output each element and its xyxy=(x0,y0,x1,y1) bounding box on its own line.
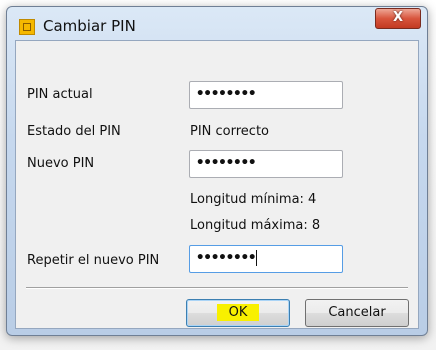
close-icon: X xyxy=(392,10,404,25)
text-caret xyxy=(256,250,258,266)
current-pin-label: PIN actual xyxy=(27,87,93,102)
ok-button-label: OK xyxy=(216,304,260,321)
cancel-button[interactable]: Cancelar xyxy=(305,299,409,327)
repeat-pin-label: Repetir el nuevo PIN xyxy=(27,253,160,268)
repeat-pin-field[interactable]: •••••••• xyxy=(189,245,343,273)
new-pin-field[interactable]: •••••••• xyxy=(189,150,343,178)
close-button[interactable]: X xyxy=(375,8,421,29)
dialog-title: Cambiar PIN xyxy=(43,17,136,35)
dialog-content: PIN actual •••••••• Estado del PIN PIN c… xyxy=(15,40,419,329)
button-divider xyxy=(26,287,408,289)
change-pin-dialog: Cambiar PIN X PIN actual •••••••• Estado… xyxy=(6,6,428,336)
smart-card-icon xyxy=(19,19,35,35)
ok-button[interactable]: OK xyxy=(186,299,290,327)
max-length-hint: Longitud máxima: 8 xyxy=(190,218,321,233)
new-pin-label: Nuevo PIN xyxy=(27,156,95,171)
pin-status-label: Estado del PIN xyxy=(27,124,121,139)
min-length-hint: Longitud mínima: 4 xyxy=(190,192,317,207)
title-bar[interactable]: Cambiar PIN X xyxy=(7,7,427,41)
current-pin-field[interactable]: •••••••• xyxy=(189,81,343,109)
repeat-pin-value: •••••••• xyxy=(196,250,256,266)
pin-status-value: PIN correcto xyxy=(190,124,270,139)
